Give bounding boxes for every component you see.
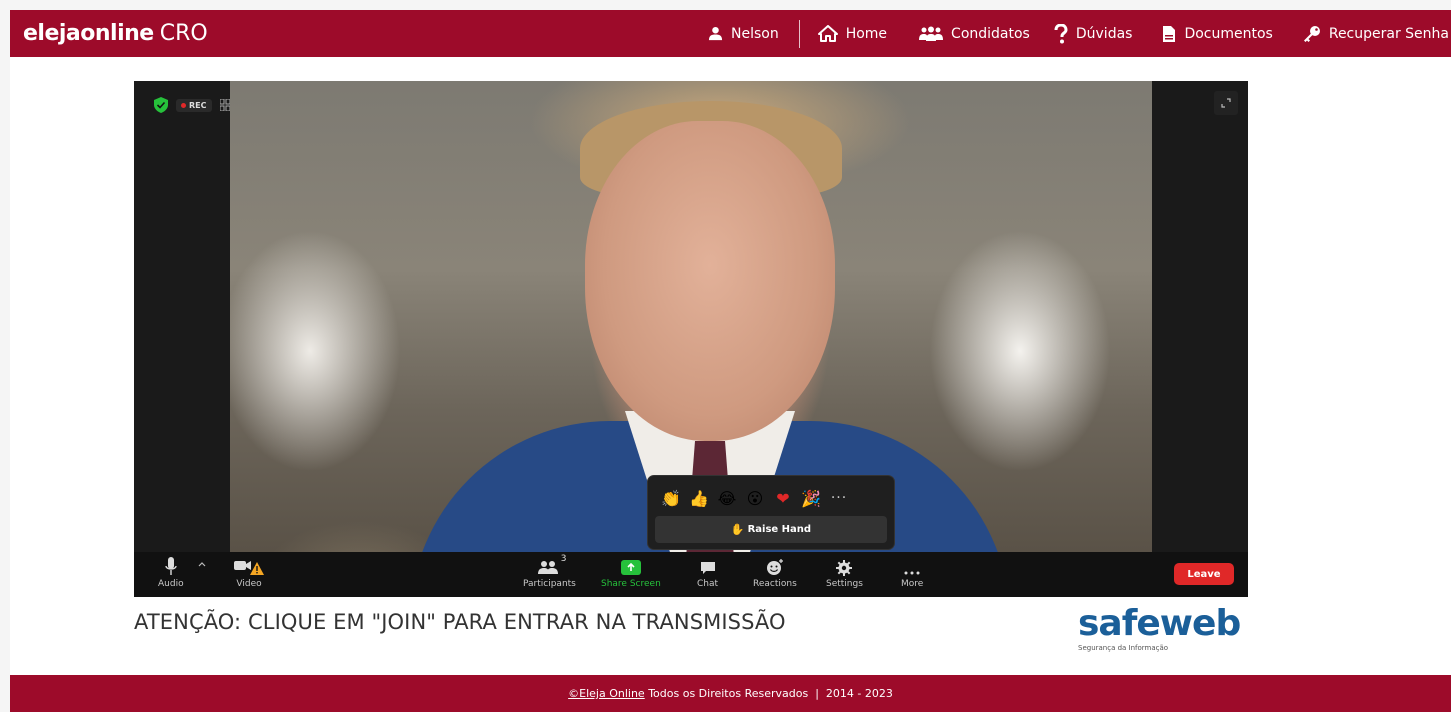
safeweb-logo: safeweb Segurança da Informação <box>1078 606 1248 656</box>
attention-message: ATENÇÃO: CLIQUE EM "JOIN" PARA ENTRAR NA… <box>134 610 786 634</box>
share-screen-icon <box>620 560 641 575</box>
nav-candidates-label: Condidatos <box>951 25 1030 42</box>
raise-hand-label: Raise Hand <box>747 524 812 535</box>
nav-recover-password-label: Recuperar Senha <box>1328 25 1449 42</box>
gear-icon <box>836 560 853 576</box>
question-icon <box>1054 23 1068 43</box>
nav-documents[interactable]: Documentos <box>1162 10 1273 57</box>
party-emoji[interactable]: 🎉 <box>798 486 824 510</box>
nav-faq[interactable]: Dúvidas <box>1054 10 1133 57</box>
top-navbar: elejaonline CRO Nelson Home Condidatos D… <box>10 10 1451 57</box>
reactions-button[interactable]: Reactions <box>753 556 797 589</box>
recording-dot <box>181 102 186 108</box>
page: elejaonline CRO Nelson Home Condidatos D… <box>0 0 1451 712</box>
users-icon <box>919 26 944 41</box>
chat-label: Chat <box>697 579 719 589</box>
user-icon <box>708 26 723 41</box>
settings-label: Settings <box>826 579 863 589</box>
chat-button[interactable]: Chat <box>697 556 718 589</box>
meeting-control-bar: Audio Video 3 Participants Share Screen … <box>134 552 1248 597</box>
participants-icon <box>538 561 559 574</box>
emoji-row: 👏 👍 😂 😮 ❤ 🎉 ··· <box>648 476 894 512</box>
speaker-face <box>585 121 835 441</box>
user-name: Nelson <box>730 25 779 42</box>
recording-badge: REC <box>176 98 212 112</box>
nav-documents-label: Documentos <box>1184 25 1273 42</box>
home-icon <box>817 25 838 42</box>
surprised-emoji[interactable]: 😮 <box>742 486 768 510</box>
meeting-status: REC <box>154 97 230 113</box>
audio-button[interactable]: Audio <box>158 556 184 589</box>
nav-faq-label: Dúvidas <box>1075 25 1133 42</box>
footer: ©Eleja Online Todos os Direitos Reservad… <box>10 675 1451 712</box>
audio-options-chevron-icon[interactable] <box>198 561 206 567</box>
key-icon <box>1303 25 1320 42</box>
thumbs-up-emoji[interactable]: 👍 <box>686 486 712 510</box>
nav-home-label: Home <box>845 25 888 42</box>
share-screen-label: Share Screen <box>601 579 661 589</box>
heart-emoji[interactable]: ❤ <box>770 486 796 510</box>
footer-link[interactable]: ©Eleja Online <box>568 687 645 700</box>
participants-label: Participants <box>523 579 576 589</box>
expand-icon <box>1221 98 1231 108</box>
laugh-emoji[interactable]: 😂 <box>714 486 740 510</box>
smiley-plus-icon <box>766 559 783 575</box>
video-button[interactable]: Video <box>232 556 266 589</box>
video-player[interactable]: REC 👏 👍 😂 😮 ❤ 🎉 ··· ✋ Raise Hand Audio V… <box>134 81 1248 597</box>
participants-count: 3 <box>560 554 567 564</box>
safeweb-wordmark: safeweb <box>1078 603 1241 644</box>
nav-home[interactable]: Home <box>817 10 888 57</box>
audio-label: Audio <box>158 579 184 589</box>
more-dots-icon <box>904 571 920 575</box>
nav-divider <box>798 19 800 48</box>
reactions-label: Reactions <box>753 579 797 589</box>
participants-button[interactable]: 3 Participants <box>523 554 576 589</box>
video-label: Video <box>236 579 262 589</box>
brand-subtitle: CRO <box>159 21 208 46</box>
camera-warning-icon <box>234 561 264 575</box>
leave-button[interactable]: Leave <box>1174 563 1234 585</box>
nav-user[interactable]: Nelson <box>708 10 779 57</box>
more-button[interactable]: More <box>901 556 923 589</box>
more-label: More <box>901 579 924 589</box>
settings-button[interactable]: Settings <box>826 556 863 589</box>
footer-text: Todos os Direitos Reservados | 2014 - 20… <box>644 687 893 700</box>
view-grid-icon[interactable] <box>219 99 230 111</box>
raise-hand-button[interactable]: ✋ Raise Hand <box>655 516 887 543</box>
reactions-popup: 👏 👍 😂 😮 ❤ 🎉 ··· ✋ Raise Hand <box>647 475 895 550</box>
main-nav: Nelson Home Condidatos Dúvidas Documento… <box>708 10 1451 57</box>
chat-icon <box>700 562 715 574</box>
fullscreen-button[interactable] <box>1214 91 1238 115</box>
clap-emoji[interactable]: 👏 <box>658 486 684 510</box>
raise-hand-icon: ✋ <box>730 523 745 536</box>
brand-name: elejaonline <box>23 21 154 46</box>
document-icon <box>1163 25 1176 42</box>
brand-logo[interactable]: elejaonline CRO <box>23 21 208 46</box>
safeweb-tagline: Segurança da Informação <box>1078 644 1169 652</box>
more-emojis-button[interactable]: ··· <box>826 486 852 510</box>
shield-icon <box>154 97 168 113</box>
share-screen-button[interactable]: Share Screen <box>601 556 661 589</box>
microphone-icon <box>165 557 177 575</box>
nav-candidates[interactable]: Condidatos <box>919 10 1030 57</box>
nav-recover-password[interactable]: Recuperar Senha <box>1303 10 1449 57</box>
recording-label: REC <box>189 100 207 110</box>
